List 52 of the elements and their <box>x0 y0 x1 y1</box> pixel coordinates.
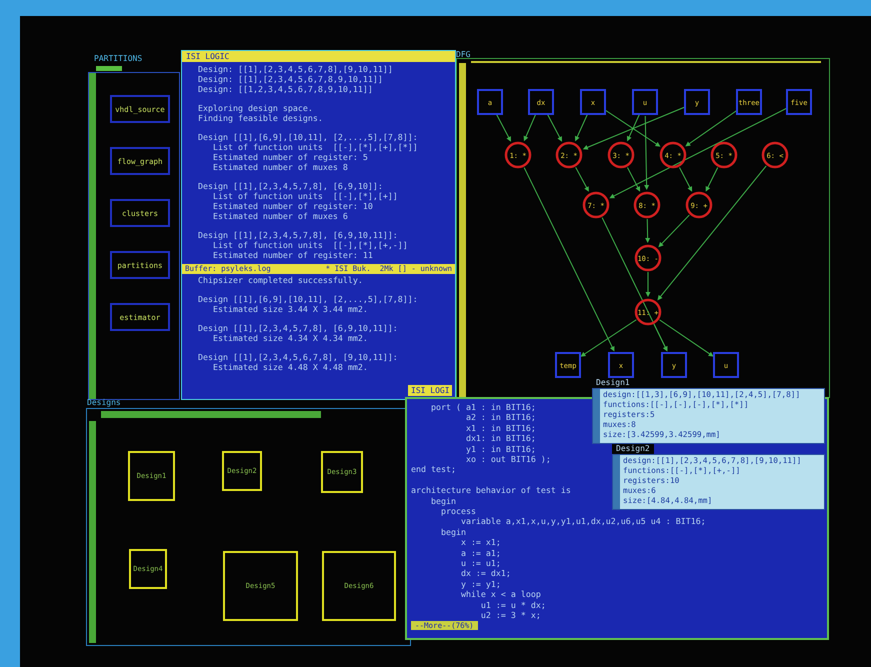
window-title: ISI LOGIC <box>182 51 455 62</box>
popup-title: Design2 <box>612 444 654 454</box>
log-line: Estimated size 4.48 X 4.48 mm2. <box>212 362 368 372</box>
code-line: a2 : in BIT16; <box>464 412 536 423</box>
log-line: Design: [[1],[2,3,4,5,6,7,8,9,10,11]] <box>198 74 383 84</box>
log-line: Design: [[1,2,3,4,5,6,7,8,9,10,11]] <box>198 84 373 94</box>
graph-edge <box>496 114 511 142</box>
log-line: Estimated number of register: 10 <box>212 201 373 211</box>
log-line: Estimated number of muxes 6 <box>212 211 348 221</box>
code-line: x1 : in BIT16; <box>464 422 536 434</box>
code-line: end test; <box>411 464 456 475</box>
code-line: while x < a loop <box>460 589 541 600</box>
code-line: y1 : in BIT16; <box>464 444 536 454</box>
log-line: Exploring design space. <box>198 103 313 113</box>
log-line: Design [[1],[6,9],[10,11], [2,...,5],[7,8]]: <box>198 294 418 304</box>
log-line: Design [[1],[6,9],[10,11], [2,...,5],[7,8]]: <box>198 132 418 142</box>
panel-title: PARTITIONS <box>94 54 142 63</box>
log-line: Design [[1],[2,3,4,5,7,8], [6,9,10]]: <box>198 181 383 191</box>
window-title: ISI LOGI <box>408 385 452 396</box>
code-line: a := a1; <box>460 548 501 558</box>
code-line: port ( a1 : in BIT16; <box>430 402 536 412</box>
log-line: Estimated number of muxes 8 <box>212 162 348 172</box>
log-line: Design [[1],[2,3,4,5,6,7,8], [9,10,11]]: <box>198 352 398 362</box>
log-line: Estimated size 4.34 X 4.34 mm2. <box>212 333 368 343</box>
log-line: Finding feasible designs. <box>198 113 323 123</box>
code-line: variable a,x1,x,u,y,y1,u1,dx,u2,u6,u5 u4 : BIT16; <box>460 516 706 527</box>
code-line: u := u1; <box>460 558 501 568</box>
code-line: dx1: in BIT16; <box>464 433 536 444</box>
log-line: List of function units [[-],[*],[+]] <box>212 191 398 201</box>
log-line: Design [[1],[2,3,4,5,7,8], [6,9,10,11]]: <box>198 230 398 240</box>
code-line: xo : out BIT16 ); <box>464 454 551 464</box>
code-line: u2 := 3 * x; <box>480 610 541 621</box>
code-line: y := y1; <box>460 578 501 590</box>
code-line: begin <box>430 496 456 506</box>
code-line: dx := dx1; <box>460 568 511 579</box>
graph-edge <box>524 114 536 142</box>
log-line: Estimated number of register: 11 <box>212 250 373 260</box>
window-title: Designs <box>87 398 121 407</box>
log-line: Estimated size 3.44 X 3.44 mm2. <box>212 304 368 314</box>
code-line: begin <box>440 526 466 538</box>
code-line: x := x1; <box>460 537 501 548</box>
code-line: u1 := u * dx; <box>480 600 546 610</box>
log-line: List of function units [[-],[*],[+,-]] <box>212 240 408 250</box>
code-line: process <box>440 506 476 516</box>
log-line: Design [[1],[2,3,4,5,7,8], [6,9,10,11]]: <box>198 323 398 333</box>
log-line: Estimated number of register: 5 <box>212 152 368 162</box>
graph-edge <box>547 114 562 142</box>
log-line: List of function units [[-],[*],[+],[*]] <box>212 142 418 152</box>
log-line: Design: [[1],[2,3,4,5,6,7,8],[9,10,11]] <box>198 64 393 74</box>
window-title: DFG <box>456 50 470 59</box>
code-line: architecture behavior of test is <box>411 485 571 496</box>
log-line: Chipsizer completed successfully. <box>198 275 363 285</box>
